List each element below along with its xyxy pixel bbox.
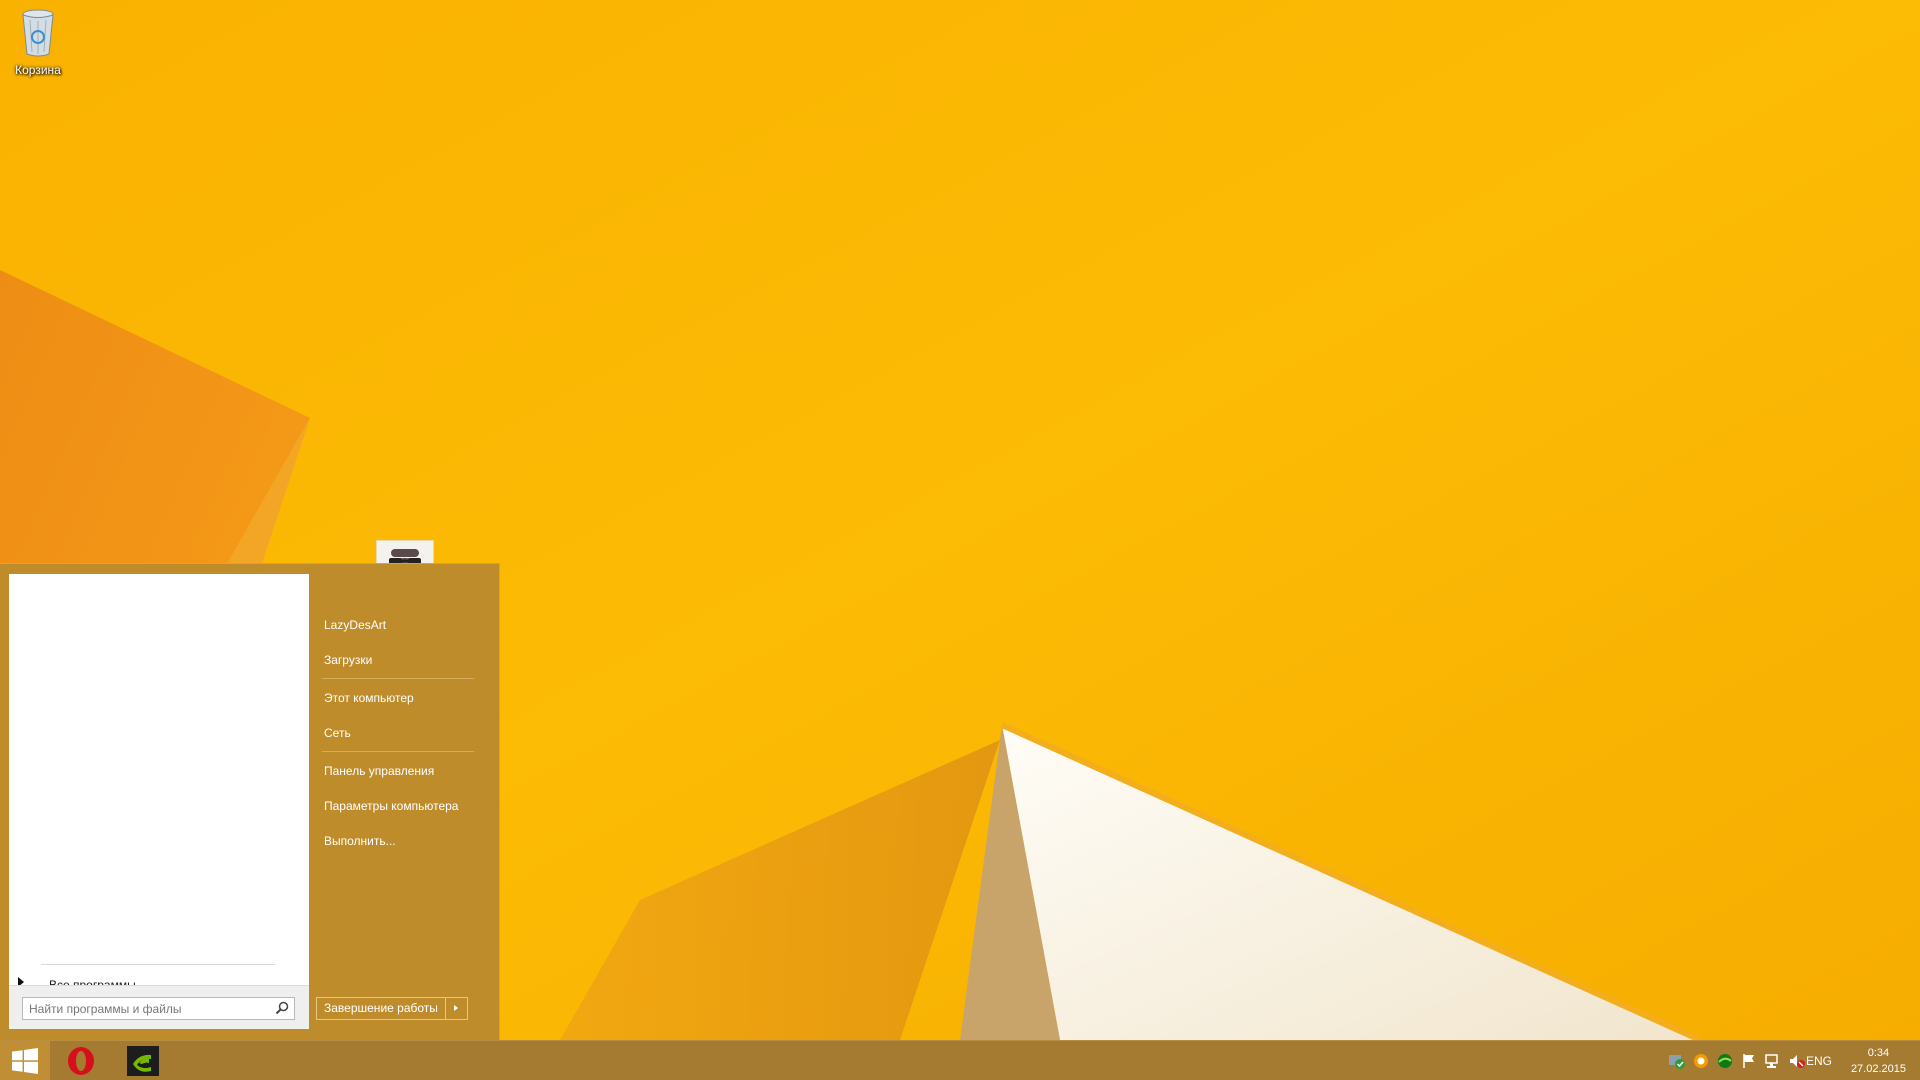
menu-item-user-folder[interactable]: LazyDesArt xyxy=(324,613,489,637)
menu-item-run[interactable]: Выполнить... xyxy=(324,829,489,853)
windows-logo-icon xyxy=(12,1048,38,1074)
menu-separator xyxy=(322,678,474,679)
network-icon[interactable] xyxy=(1764,1052,1782,1070)
clock-date: 27.02.2015 xyxy=(1850,1063,1906,1075)
shutdown-options-button[interactable] xyxy=(444,998,467,1019)
all-programs-divider xyxy=(41,964,275,965)
search-input[interactable] xyxy=(23,998,268,1019)
start-menu-programs-pane: Все программы xyxy=(9,574,309,1029)
desktop-icon-label: Корзина xyxy=(15,63,61,77)
taskbar: ENG 0:34 27.02.2015 xyxy=(0,1040,1920,1080)
start-menu: Все программы LazyDesArt Загрузки Этот к… xyxy=(0,563,500,1040)
shutdown-control: Завершение работы xyxy=(316,997,468,1020)
taskbar-nvidia-button[interactable] xyxy=(118,1041,168,1080)
shutdown-button[interactable]: Завершение работы xyxy=(317,998,445,1019)
start-button[interactable] xyxy=(0,1041,50,1080)
security-icon[interactable] xyxy=(1668,1052,1686,1070)
updater-icon[interactable] xyxy=(1692,1052,1710,1070)
search-box[interactable] xyxy=(22,997,295,1020)
menu-item-downloads[interactable]: Загрузки xyxy=(324,648,489,672)
menu-item-this-pc[interactable]: Этот компьютер xyxy=(324,686,489,710)
menu-item-pc-settings[interactable]: Параметры компьютера xyxy=(324,794,489,818)
recycle-bin-icon xyxy=(22,9,54,57)
input-language-indicator[interactable]: ENG xyxy=(1806,1054,1832,1068)
system-tray: ENG 0:34 27.02.2015 xyxy=(1620,1041,1920,1080)
clock[interactable]: 0:34 27.02.2015 xyxy=(1851,1045,1906,1077)
search-icon[interactable] xyxy=(275,1001,289,1015)
menu-item-control-panel[interactable]: Панель управления xyxy=(324,759,489,783)
menu-item-network[interactable]: Сеть xyxy=(324,721,489,745)
clock-time: 0:34 xyxy=(1867,1047,1890,1059)
taskbar-opera-button[interactable] xyxy=(56,1041,106,1080)
start-menu-places-pane: LazyDesArt Загрузки Этот компьютер Сеть … xyxy=(314,564,500,1041)
search-area xyxy=(9,985,309,1029)
volume-muted-icon[interactable] xyxy=(1788,1052,1806,1070)
nvidia-tray-icon[interactable] xyxy=(1716,1052,1734,1070)
chevron-right-icon xyxy=(453,1005,458,1011)
opera-icon xyxy=(68,1047,94,1075)
menu-separator xyxy=(322,751,474,752)
nvidia-icon xyxy=(127,1046,159,1076)
desktop-icon-recycle-bin[interactable]: Корзина xyxy=(6,6,70,77)
action-center-flag-icon[interactable] xyxy=(1740,1052,1758,1070)
